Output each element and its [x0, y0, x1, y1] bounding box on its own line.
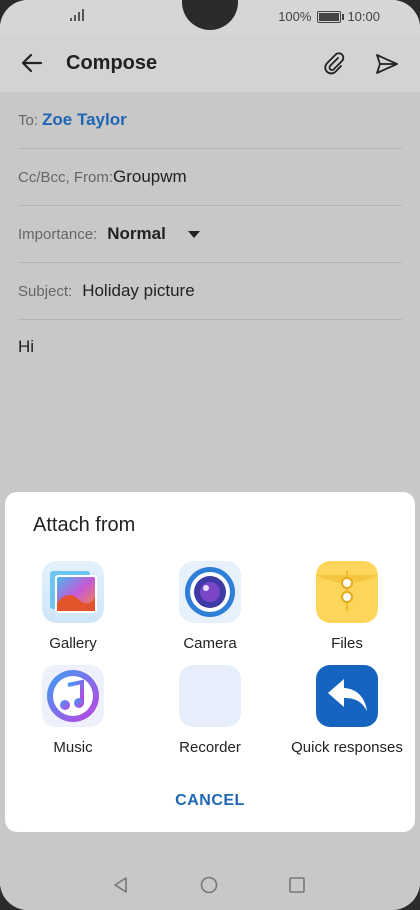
files-label: Files — [331, 635, 363, 652]
music-icon — [42, 665, 104, 727]
nav-recents-icon[interactable] — [289, 877, 305, 893]
battery-percent: 100% — [278, 9, 312, 24]
quick-responses-label: Quick responses — [291, 739, 403, 756]
subject-input[interactable]: Holiday picture — [82, 281, 194, 301]
message-body[interactable]: Hi — [18, 337, 34, 357]
subject-label: Subject: — [18, 282, 73, 300]
system-nav-bar — [0, 860, 420, 910]
sheet-title: Attach from — [33, 514, 136, 536]
signal-icon — [70, 9, 84, 21]
battery-icon — [317, 10, 345, 23]
to-recipient[interactable]: Zoe Taylor — [42, 110, 127, 130]
to-field[interactable]: To: Zoe Taylor — [18, 92, 402, 149]
subject-field[interactable]: Subject: Holiday picture — [18, 263, 402, 320]
cc-bcc-from-field[interactable]: Cc/Bcc, From: Groupwm — [18, 149, 402, 206]
importance-field[interactable]: Importance: Normal — [18, 206, 402, 263]
send-icon[interactable] — [374, 51, 400, 77]
attach-option-camera[interactable]: Camera — [142, 561, 278, 661]
clock: 10:00 — [347, 9, 380, 24]
recorder-label: Recorder — [179, 739, 241, 756]
attach-option-gallery[interactable]: Gallery — [5, 561, 141, 661]
nav-home-icon[interactable] — [200, 876, 218, 894]
to-label: To: — [18, 111, 39, 129]
gallery-label: Gallery — [49, 635, 97, 652]
status-right: 100% 10:00 — [278, 9, 380, 24]
back-arrow-icon[interactable] — [20, 51, 44, 75]
app-bar: Compose — [0, 34, 420, 92]
importance-value[interactable]: Normal — [107, 224, 166, 244]
nav-back-icon[interactable] — [112, 876, 130, 894]
attach-option-music[interactable]: Music — [5, 665, 141, 765]
recorder-icon — [179, 665, 241, 727]
attach-option-recorder[interactable]: Recorder — [142, 665, 278, 765]
files-icon — [316, 561, 378, 623]
from-account[interactable]: Groupwm — [113, 167, 187, 187]
music-label: Music — [53, 739, 93, 756]
attach-from-sheet: Attach from Gallery Camera Files Music R… — [5, 492, 415, 832]
cc-bcc-label: Cc/Bcc, From: — [18, 168, 114, 186]
page-title: Compose — [66, 52, 158, 74]
cancel-button[interactable]: CANCEL — [5, 792, 415, 810]
importance-label: Importance: — [18, 225, 98, 243]
phone-screen: 100% 10:00 Compose To: Zoe Taylor Cc/Bcc… — [0, 0, 420, 910]
attach-option-files[interactable]: Files — [279, 561, 415, 661]
paperclip-icon[interactable] — [322, 51, 346, 75]
camera-label: Camera — [183, 635, 237, 652]
camera-notch — [182, 0, 238, 30]
quick-responses-icon — [316, 665, 378, 727]
attach-option-quick-responses[interactable]: Quick responses — [279, 665, 415, 765]
gallery-icon — [42, 561, 104, 623]
chevron-down-icon[interactable] — [187, 230, 200, 238]
camera-icon — [179, 561, 241, 623]
status-bar: 100% 10:00 — [0, 0, 420, 34]
